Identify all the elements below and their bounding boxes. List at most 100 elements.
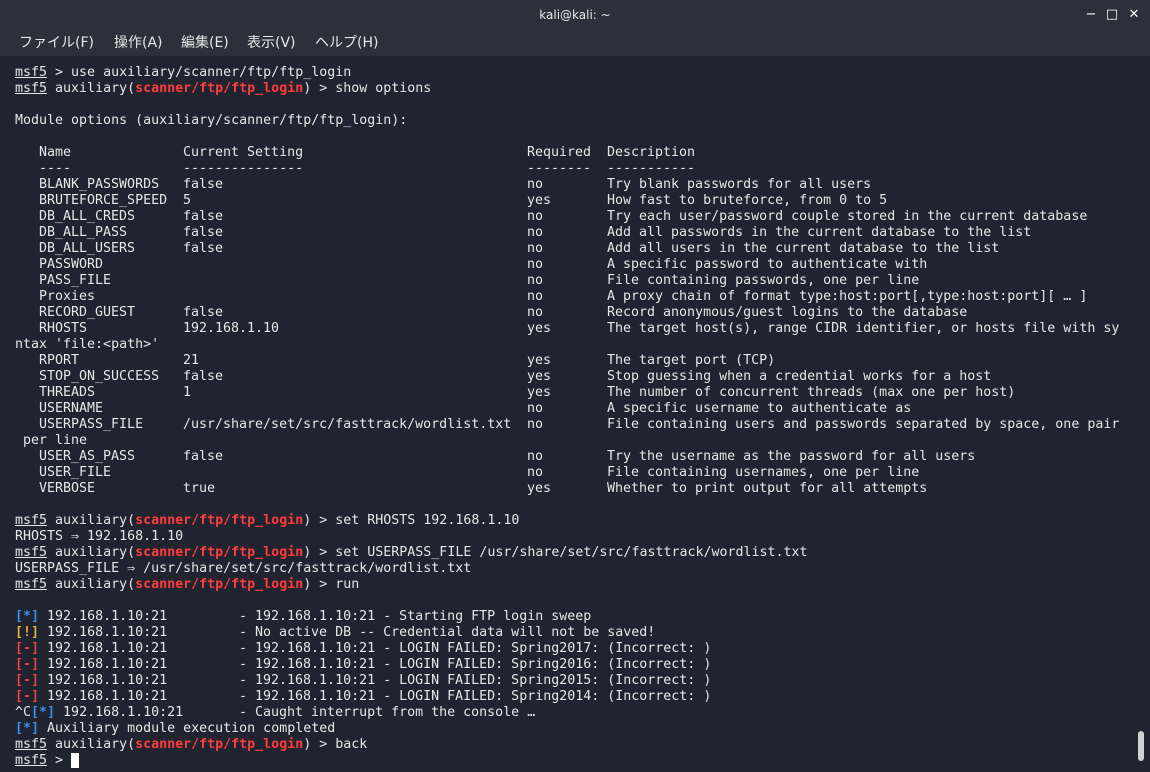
option-required: no [527,209,544,224]
completed-text: Auxiliary module execution completed [39,721,336,736]
option-setting: 192.168.1.10 [183,321,280,336]
option-description: The target host(s), range CIDR identifie… [607,321,1120,336]
minimize-icon[interactable]: − [1083,7,1099,23]
option-required: yes [527,481,552,496]
option-description: Try the username as the password for all… [607,449,976,464]
prompt-module: scanner/ftp/ftp_login [135,545,304,560]
option-required: no [527,449,544,464]
run-output-line: [-] 192.168.1.10:21 - 192.168.1.10:21 - L… [15,673,711,689]
wrapped-text: ntax 'file:<path>' [15,337,160,352]
option-name: PASSWORD [39,257,104,272]
underline-description: ----------- [607,161,696,176]
output-line: RHOSTS ⇒ 192.168.1.10 [15,529,183,545]
terminal-scrollbar[interactable] [1138,56,1144,772]
run-output-line: [!] 192.168.1.10:21 - No active DB -- Cre… [15,625,655,641]
prompt-msf: msf5 [15,513,48,528]
command-line-run: msf5 auxiliary(scanner/ftp/ftp_login) > … [15,577,359,593]
run-output-line: [-] 192.168.1.10:21 - 192.168.1.10:21 - L… [15,689,711,705]
menu-help[interactable]: ヘルプ(H) [313,33,380,53]
terminal-output[interactable]: msf5 > use auxiliary/scanner/ftp/ftp_log… [0,56,1150,772]
message-text: - 192.168.1.10:21 - LOGIN FAILED: Spring… [239,673,712,688]
host-text: 192.168.1.10:21 [39,609,168,624]
option-description: The number of concurrent threads (max on… [607,385,1016,400]
option-name: DB_ALL_CREDS [39,209,136,224]
prompt-module: scanner/ftp/ftp_login [135,577,304,592]
interrupt-prefix: ^C [15,705,32,720]
option-description: Try each user/password couple stored in … [607,209,1088,224]
status-tag: [!] [15,625,40,640]
command-line-use: msf5 > use auxiliary/scanner/ftp/ftp_log… [15,65,351,81]
option-setting: false [183,449,224,464]
option-name: USERNAME [39,401,104,416]
menu-view[interactable]: 表示(V) [245,33,298,53]
option-name: VERBOSE [39,481,96,496]
menu-edit[interactable]: 編集(E) [179,33,231,53]
table-row: ntax 'file:<path>' [15,337,159,353]
status-tag: [-] [15,657,40,672]
menu-action[interactable]: 操作(A) [112,33,165,53]
maximize-icon[interactable]: □ [1104,7,1120,23]
host-text: 192.168.1.10:21 [39,657,168,672]
scroll-thumb[interactable] [1138,731,1144,761]
option-description: Record anonymous/guest logins to the dat… [607,305,968,320]
option-name: RECORD_GUEST [39,305,136,320]
run-output-line: [*] 192.168.1.10:21 - 192.168.1.10:21 - S… [15,609,591,625]
option-name: PASS_FILE [39,273,112,288]
option-setting: 5 [183,193,192,208]
host-text: 192.168.1.10:21 [39,625,168,640]
prompt-msf: msf5 [15,753,48,768]
module-options-title: Module options (auxiliary/scanner/ftp/ft… [15,113,408,128]
prompt-aux: auxiliary( [47,513,136,528]
status-tag: [-] [15,673,40,688]
underline-setting: --------------- [183,161,304,176]
prompt-module: scanner/ftp/ftp_login [135,513,304,528]
option-required: no [527,401,544,416]
option-description: Try blank passwords for all users [607,177,872,192]
prompt-msf: msf5 [15,65,48,80]
option-name: USER_AS_PASS [39,449,136,464]
option-required: no [527,177,544,192]
option-description: How fast to bruteforce, from 0 to 5 [607,193,888,208]
option-description: Add all users in the current database to… [607,241,1000,256]
rhosts-output: RHOSTS ⇒ 192.168.1.10 [15,529,184,544]
command-line-set-userpass: msf5 auxiliary(scanner/ftp/ftp_login) > … [15,545,808,561]
prompt-module: scanner/ftp/ftp_login [135,737,304,752]
command-text: ) > back [303,737,368,752]
underline-required: -------- [527,161,592,176]
command-line-back: msf5 auxiliary(scanner/ftp/ftp_login) > … [15,737,367,753]
option-name: BLANK_PASSWORDS [39,177,160,192]
option-required: no [527,289,544,304]
message-text: - 192.168.1.10:21 - LOGIN FAILED: Spring… [239,689,712,704]
option-setting: false [183,177,224,192]
option-name: RPORT [39,353,80,368]
host-text: 192.168.1.10:21 [39,673,168,688]
command-text: ) > set USERPASS_FILE /usr/share/set/src… [303,545,808,560]
command-text: ) > run [303,577,360,592]
command-line-set-rhosts: msf5 auxiliary(scanner/ftp/ftp_login) > … [15,513,519,529]
close-icon[interactable]: ✕ [1126,7,1142,23]
menu-file[interactable]: ファイル(F) [17,33,96,53]
option-name: BRUTEFORCE_SPEED [39,193,168,208]
option-name: Proxies [39,289,96,304]
completed-line: [*] Auxiliary module execution completed [15,721,335,737]
option-required: yes [527,385,552,400]
option-description: Whether to print output for all attempts [607,481,928,496]
prompt-aux: auxiliary( [47,577,136,592]
host-text: 192.168.1.10:21 [39,641,168,656]
text-cursor [71,753,80,768]
option-required: no [527,305,544,320]
prompt-module: scanner/ftp/ftp_login [135,81,304,96]
prompt-msf: msf5 [15,545,48,560]
option-name: RHOSTS [39,321,88,336]
option-required: no [527,465,544,480]
option-description: A specific username to authenticate as [607,401,912,416]
option-name: THREADS [39,385,96,400]
option-required: yes [527,321,552,336]
message-text: - 192.168.1.10:21 - LOGIN FAILED: Spring… [239,641,712,656]
header-setting: Current Setting [183,145,304,160]
prompt-arrow: > [47,753,72,768]
run-output-line: [-] 192.168.1.10:21 - 192.168.1.10:21 - L… [15,657,711,673]
option-description: Stop guessing when a credential works fo… [607,369,992,384]
message-text: - 192.168.1.10:21 - Starting FTP login s… [239,609,592,624]
menu-bar: ファイル(F) 操作(A) 編集(E) 表示(V) ヘルプ(H) [0,30,1150,56]
